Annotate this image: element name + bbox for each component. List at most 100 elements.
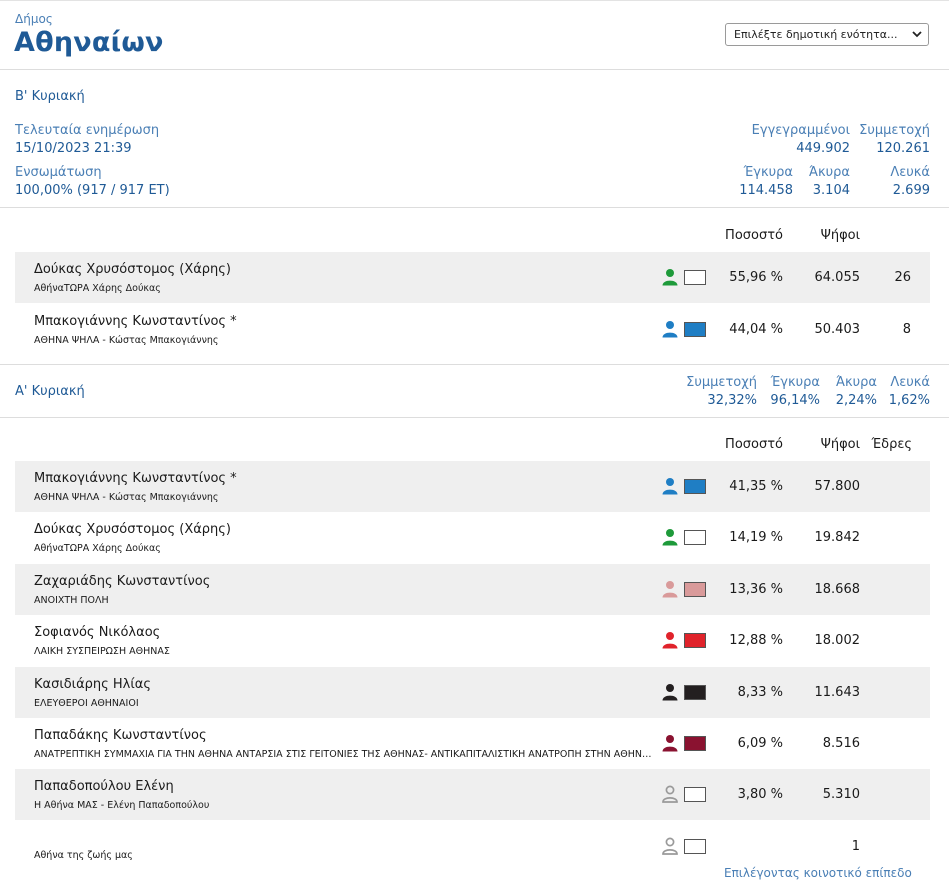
unit-select[interactable]: Επιλέξτε δημοτική ενότητα... [725,23,929,46]
party-color-swatch [684,633,706,649]
candidate-votes: 8.516 [822,736,860,751]
divider [0,364,949,365]
col-votes: Ψήφοι [820,228,860,243]
a-turnout-value: 32,32% [707,393,757,408]
person-icon [661,785,679,804]
a-col-percent: Ποσοστό [725,437,783,452]
party-name: ΑΘΗΝΑ ΨΗΛΑ - Κώστας Μπακογιάννης [34,335,219,346]
candidate-name: Δούκας Χρυσόστομος (Χάρης) [34,522,231,538]
divider [0,207,949,208]
candidate-name: Μπακογιάννης Κωνσταντίνος * [34,471,237,486]
candidate-votes: 19.842 [814,530,861,546]
candidate-votes: 57.800 [814,479,861,494]
party-color-swatch [684,684,706,700]
chevron-down-icon [912,31,922,38]
a-col-votes: Ψήφοι [820,437,860,452]
candidate-row[interactable]: Κασιδιάρης Ηλίας ΕΛΕΥΘΕΡΟΙ ΑΘΗΝΑΙΟΙ 8,33 %… [15,666,930,718]
a-blank-label: Λευκά [890,375,930,390]
valid-value: 114.458 [739,183,793,198]
person-icon [661,477,679,495]
person-icon [661,580,679,598]
a-invalid-value: 2,24% [835,393,877,408]
candidate-percent: 41,35 % [729,479,783,494]
candidate-row[interactable]: Σοφιανός Νικόλαος ΛΑΪΚΗ ΣΥΣΠΕΙΡΩΣΗ ΑΘΗΝΑΣ… [15,615,930,666]
person-icon [661,631,679,649]
party-name: ΑθήναΤΩΡΑ Χάρης Δούκας [34,543,161,555]
party-color-swatch [684,736,706,751]
candidate-percent: 14,19 % [729,530,783,546]
party-name: Η Αθήνα ΜΑΣ - Ελένη Παπαδοπούλου [34,800,210,812]
person-icon [661,837,679,855]
party-color-swatch [684,530,706,546]
party-color-swatch [684,581,706,597]
candidate-row[interactable]: Δούκας Χρυσόστομος (Χάρης) ΑθήναΤΩΡΑ Χάρη… [15,252,930,303]
municipality-name: Αθηναίων [14,27,164,58]
person-icon [661,734,679,752]
registered-value: 449.902 [796,141,850,156]
a-invalid-label: Άκυρα [835,375,877,390]
candidate-percent: 55,96 % [729,270,783,285]
candidate-votes: 11.643 [814,684,861,700]
candidate-percent: 3,80 % [737,787,783,803]
col-percent: Ποσοστό [725,228,783,243]
candidate-row[interactable]: Δούκας Χρυσόστομος (Χάρης) ΑθήναΤΩΡΑ Χάρη… [15,512,930,563]
party-name: ΑΝΟΙΧΤΗ ΠΟΛΗ [34,594,109,606]
page-header: Δήμος Αθηναίων Επιλέξτε δημοτική ενότητα… [0,1,949,70]
candidate-percent: 8,33 % [737,684,783,700]
candidate-name: Παπαδάκης Κωνσταντίνος [34,728,207,743]
party-color-swatch [684,787,706,803]
a-valid-value: 96,14% [770,393,820,408]
candidate-row[interactable]: Μπακογιάννης Κωνσταντίνος * ΑΘΗΝΑ ΨΗΛΑ - … [15,461,930,512]
candidate-row[interactable]: Αθήνα της ζωής μας 1 [15,821,930,872]
candidate-seats: 8 [902,322,911,337]
integration-label: Ενσωμάτωση [15,165,102,180]
party-color-swatch [684,270,706,285]
last-update-label: Τελευταία ενημέρωση [15,123,160,138]
candidate-row[interactable]: Μπακογιάννης Κωνσταντίνος * ΑΘΗΝΑ ΨΗΛΑ - … [15,304,930,355]
round-b-title: Β' Κυριακή [15,89,85,104]
candidate-percent: 13,36 % [729,581,783,597]
a-turnout-label: Συμμετοχή [686,375,757,390]
candidate-name: Σοφιανός Νικόλαος [34,625,161,641]
candidate-name: Μπακογιάννης Κωνσταντίνος * [34,314,237,329]
party-name: ΛΑΪΚΗ ΣΥΣΠΕΙΡΩΣΗ ΑΘΗΝΑΣ [34,646,170,658]
party-name: ΑθήναΤΩΡΑ Χάρης Δούκας [34,283,161,294]
candidate-votes: 18.668 [814,581,861,597]
party-name: ΑΝΑΤΡΕΠΤΙΚΗ ΣΥΜΜΑΧΙΑ ΓΙΑ ΤΗΝ ΑΘΗΝΑ ΑΝΤΑΡ… [34,749,654,760]
person-icon [661,320,679,338]
candidate-row[interactable]: Παπαδάκης Κωνσταντίνος ΑΝΑΤΡΕΠΤΙΚΗ ΣΥΜΜΑΧ… [15,718,930,769]
candidate-name: Ζαχαριάδης Κωνσταντίνος [34,573,211,589]
candidate-name: Δούκας Χρυσόστομος (Χάρης) [34,262,231,277]
valid-label: Έγκυρα [743,165,793,180]
candidate-name: Παπαδοπούλου Ελένη [34,779,174,795]
last-update-value: 15/10/2023 21:39 [15,141,132,156]
integration-value: 100,00% (917 / 917 ΕΤ) [15,183,170,198]
round-a-title: Α' Κυριακή [15,384,85,399]
candidate-votes: 64.055 [814,270,861,285]
turnout-label: Συμμετοχή [859,123,930,138]
party-color-swatch [684,322,706,337]
blank-label: Λευκά [890,165,930,180]
candidate-votes: 50.403 [814,322,861,337]
a-col-seats: Έδρες [871,437,912,452]
divider [0,417,949,418]
a-valid-label: Έγκυρα [770,375,820,390]
registered-label: Εγγεγραμμένοι [751,123,850,138]
person-icon [661,268,679,286]
candidate-votes: 18.002 [814,633,861,649]
party-name: Αθήνα της ζωής μας [34,849,133,861]
candidate-row[interactable]: Ζαχαριάδης Κωνσταντίνος ΑΝΟΙΧΤΗ ΠΟΛΗ 13,36… [15,563,930,615]
community-level-link[interactable]: Επιλέγοντας κοινοτικό επίπεδο [724,866,912,880]
invalid-label: Άκυρα [808,165,850,180]
turnout-value: 120.261 [876,141,930,156]
candidate-seats: 26 [894,270,911,285]
person-icon [661,683,679,701]
candidate-name: Κασιδιάρης Ηλίας [34,676,151,692]
candidate-row[interactable]: Παπαδοπούλου Ελένη Η Αθήνα ΜΑΣ - Ελένη Πα… [15,769,930,821]
party-color-swatch [684,838,706,854]
party-color-swatch [684,479,706,494]
candidate-votes: 1 [851,838,860,854]
party-name: ΑΘΗΝΑ ΨΗΛΑ - Κώστας Μπακογιάννης [34,492,219,503]
a-blank-value: 1,62% [888,393,930,408]
candidate-votes: 5.310 [822,787,860,803]
